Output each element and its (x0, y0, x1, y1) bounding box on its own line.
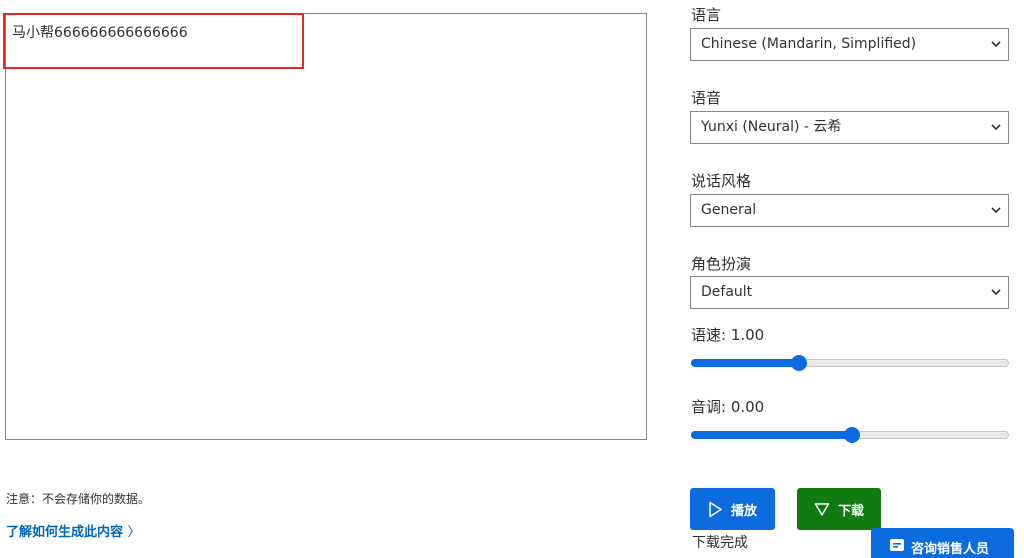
play-icon (709, 501, 722, 517)
voice-label: 语音 (691, 89, 722, 107)
chevron-down-icon (991, 289, 1001, 296)
learn-more-link[interactable]: 了解如何生成此内容 〉 (6, 521, 141, 540)
role-play-select-value: Default (701, 284, 753, 300)
pitch-slider-fill (691, 431, 851, 439)
download-icon (814, 502, 830, 516)
download-button[interactable]: 下载 (797, 488, 881, 530)
privacy-note: 注意：不会存储你的数据。 (6, 492, 151, 506)
play-button-label: 播放 (730, 503, 757, 519)
speech-rate-label: 语速: 1.00 (691, 326, 765, 344)
voice-select-value: Yunxi (Neural) - 云希 (701, 119, 842, 135)
speech-rate-slider[interactable] (691, 355, 1009, 371)
chevron-right-icon: 〉 (127, 525, 141, 540)
play-button[interactable]: 播放 (690, 488, 775, 530)
contact-sales-chat-button[interactable]: 咨询销售人员 (871, 528, 1014, 558)
voice-select[interactable]: Yunxi (Neural) - 云希 (690, 111, 1009, 144)
role-play-label: 角色扮演 (691, 255, 752, 273)
speaking-style-label: 说话风格 (691, 172, 752, 190)
speaking-style-select-value: General (701, 202, 757, 218)
chevron-down-icon (991, 124, 1001, 131)
language-label: 语言 (691, 6, 722, 24)
chevron-down-icon (991, 41, 1001, 48)
chat-icon (890, 539, 904, 551)
speech-rate-slider-thumb[interactable] (791, 355, 808, 371)
download-button-label: 下载 (837, 503, 864, 519)
language-select-value: Chinese (Mandarin, Simplified) (701, 36, 917, 52)
speech-rate-slider-fill (691, 359, 799, 367)
speaking-style-select[interactable]: General (690, 194, 1009, 227)
download-status: 下载完成 (692, 535, 748, 551)
role-play-select[interactable]: Default (690, 276, 1009, 309)
pitch-slider[interactable] (691, 427, 1009, 443)
text-input-area[interactable]: 马小帮666666666666666 (5, 13, 647, 440)
contact-sales-label: 咨询销售人员 (911, 542, 990, 557)
pitch-slider-thumb[interactable] (843, 427, 860, 443)
chevron-down-icon (991, 207, 1001, 214)
pitch-label: 音调: 0.00 (691, 398, 765, 416)
learn-more-link-label: 了解如何生成此内容 (6, 525, 124, 540)
text-input-content: 马小帮666666666666666 (12, 25, 188, 41)
language-select[interactable]: Chinese (Mandarin, Simplified) (690, 28, 1009, 61)
